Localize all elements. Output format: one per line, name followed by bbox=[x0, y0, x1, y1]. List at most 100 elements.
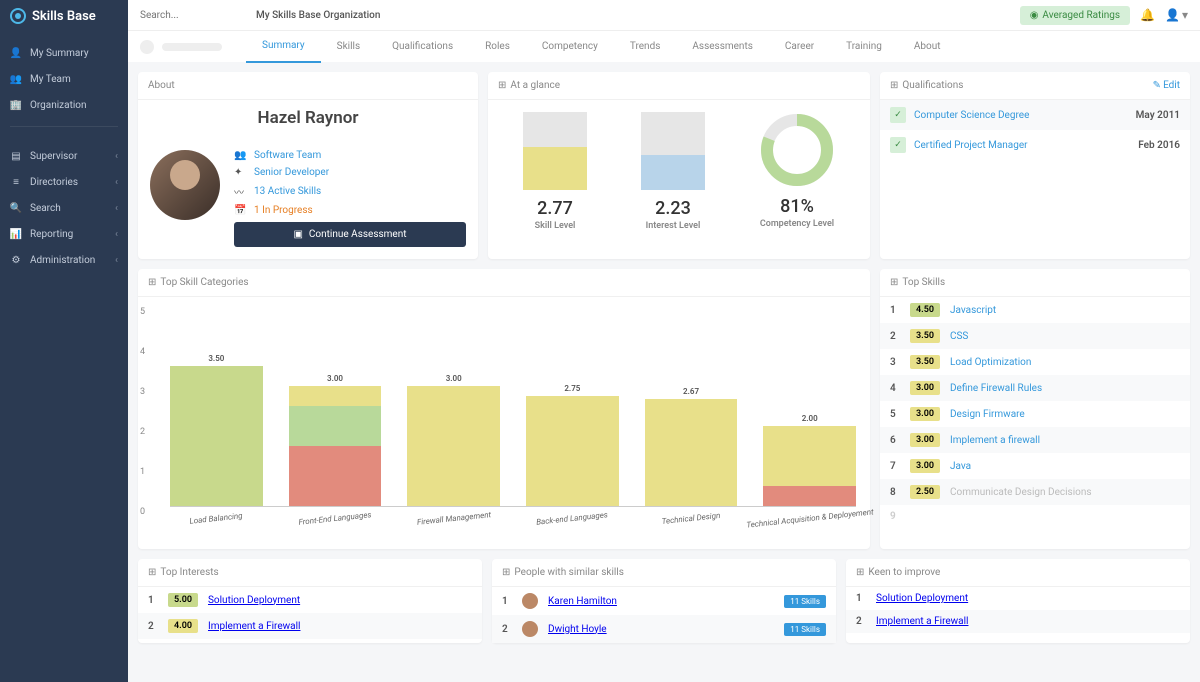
rank: 6 bbox=[890, 435, 900, 446]
people-header: ⊞ People with similar skills bbox=[492, 559, 836, 587]
person-link[interactable]: Dwight Hoyle bbox=[548, 624, 607, 635]
person-link[interactable]: Karen Hamilton bbox=[548, 596, 617, 607]
sidebar-item-supervisor[interactable]: ▤Supervisor‹ bbox=[0, 143, 128, 169]
y-tick: 0 bbox=[140, 507, 145, 517]
score-badge: 3.50 bbox=[910, 329, 940, 343]
skill-link[interactable]: Communicate Design Decisions bbox=[950, 487, 1092, 498]
qualifications-card: ⊞ Qualifications ✎ Edit ✓Computer Scienc… bbox=[880, 72, 1190, 259]
tab-summary[interactable]: Summary bbox=[246, 31, 321, 63]
metric-label: Skill Level bbox=[523, 221, 587, 231]
interest-row: 2 4.00 Implement a Firewall bbox=[138, 613, 482, 639]
chart-header: ⊞ Top Skill Categories bbox=[138, 269, 870, 297]
qualification-link[interactable]: Certified Project Manager bbox=[914, 140, 1028, 151]
rank: 1 bbox=[890, 305, 900, 316]
skill-link[interactable]: Load Optimization bbox=[950, 357, 1031, 368]
bar-column: 2.00Technical Acquisition & Deployement bbox=[763, 414, 856, 506]
interests-title: Top Interests bbox=[160, 567, 218, 578]
skill-row: 43.00Define Firewall Rules bbox=[880, 375, 1190, 401]
continue-assessment-button[interactable]: ▣ Continue Assessment bbox=[234, 222, 466, 247]
skill-link[interactable]: Implement a firewall bbox=[950, 435, 1040, 446]
role-link[interactable]: Senior Developer bbox=[254, 167, 329, 178]
sidebar-item-administration[interactable]: ⚙Administration‹ bbox=[0, 247, 128, 273]
tab-name-placeholder bbox=[162, 43, 222, 51]
bar-segment bbox=[170, 366, 263, 506]
rank: 8 bbox=[890, 487, 900, 498]
y-tick: 3 bbox=[140, 387, 145, 397]
edit-link[interactable]: ✎ Edit bbox=[1153, 80, 1180, 91]
tab-about[interactable]: About bbox=[898, 31, 957, 63]
sidebar-item-reporting[interactable]: 📊Reporting‹ bbox=[0, 221, 128, 247]
org-icon: 🏢 bbox=[10, 99, 22, 111]
person-avatar-small bbox=[522, 621, 538, 637]
metric-competency-level: 81%Competency Level bbox=[759, 112, 835, 231]
role-icon: ✦ bbox=[234, 167, 246, 178]
app-logo[interactable]: Skills Base bbox=[0, 0, 128, 32]
person-icon: 👤 bbox=[10, 47, 22, 59]
skill-link[interactable]: Define Firewall Rules bbox=[950, 383, 1042, 394]
sidebar-item-my-summary[interactable]: 👤My Summary bbox=[0, 40, 128, 66]
team-link[interactable]: Software Team bbox=[254, 150, 321, 161]
skill-link[interactable]: CSS bbox=[950, 331, 968, 342]
sidebar-item-label: Administration bbox=[30, 255, 95, 266]
tab-career[interactable]: Career bbox=[769, 31, 830, 63]
tab-skills[interactable]: Skills bbox=[321, 31, 376, 63]
top-interests-card: ⊞ Top Interests 15.00Solution Deployment… bbox=[138, 559, 482, 643]
bar-column: 2.67Technical Design bbox=[645, 387, 738, 506]
expand-icon: ⊞ bbox=[856, 567, 864, 578]
tab-training[interactable]: Training bbox=[830, 31, 898, 63]
score-badge: 4.50 bbox=[910, 303, 940, 317]
tab-qualifications[interactable]: Qualifications bbox=[376, 31, 469, 63]
chevron-left-icon: ‹ bbox=[115, 203, 118, 214]
interest-row: 15.00Solution Deployment bbox=[138, 587, 482, 613]
tab-competency[interactable]: Competency bbox=[526, 31, 614, 63]
user-menu[interactable]: 👤 ▾ bbox=[1165, 8, 1188, 22]
search-input[interactable] bbox=[140, 10, 240, 21]
sidebar-item-label: Directories bbox=[30, 177, 78, 188]
sidebar-item-organization[interactable]: 🏢Organization bbox=[0, 92, 128, 118]
pencil-icon: ✎ bbox=[1153, 80, 1161, 91]
rank: 2 bbox=[148, 621, 158, 632]
interest-link[interactable]: Implement a Firewall bbox=[208, 621, 300, 632]
chevron-left-icon: ‹ bbox=[115, 151, 118, 162]
topskills-card: ⊞ Top Skills 14.50Javascript23.50CSS33.5… bbox=[880, 269, 1190, 549]
averaged-ratings-button[interactable]: ◉ Averaged Ratings bbox=[1020, 6, 1130, 25]
sidebar-item-label: Search bbox=[30, 203, 61, 214]
expand-icon: ⊞ bbox=[502, 567, 510, 578]
sidebar-item-label: My Team bbox=[30, 74, 71, 85]
logo-icon bbox=[10, 8, 26, 24]
interest-link[interactable]: Solution Deployment bbox=[208, 595, 300, 606]
people-card: ⊞ People with similar skills 1Karen Hami… bbox=[492, 559, 836, 643]
person-avatar bbox=[150, 150, 220, 220]
sidebar-item-directories[interactable]: ≡Directories‹ bbox=[0, 169, 128, 195]
people-title: People with similar skills bbox=[514, 567, 624, 578]
score-badge: 3.00 bbox=[910, 407, 940, 421]
bar-value: 2.75 bbox=[564, 384, 580, 393]
bell-icon[interactable]: 🔔 bbox=[1140, 8, 1155, 22]
tab-roles[interactable]: Roles bbox=[469, 31, 526, 63]
chevron-left-icon: ‹ bbox=[115, 229, 118, 240]
tab-assessments[interactable]: Assessments bbox=[676, 31, 769, 63]
rank: 5 bbox=[890, 409, 900, 420]
people-row: 2Dwight Hoyle11 Skills bbox=[492, 615, 836, 643]
skill-row: 82.50Communicate Design Decisions bbox=[880, 479, 1190, 505]
sidebar-item-my-team[interactable]: 👥My Team bbox=[0, 66, 128, 92]
nav-divider bbox=[10, 126, 118, 127]
rank: 7 bbox=[890, 461, 900, 472]
qualification-link[interactable]: Computer Science Degree bbox=[914, 110, 1029, 121]
qual-title: Qualifications bbox=[902, 80, 963, 91]
tab-trends[interactable]: Trends bbox=[614, 31, 677, 63]
skill-count-badge: 11 Skills bbox=[784, 623, 826, 636]
topskills-title: Top Skills bbox=[902, 277, 945, 288]
keen-link[interactable]: Solution Deployment bbox=[876, 593, 968, 604]
bar-segment bbox=[645, 399, 738, 506]
skill-link[interactable]: Javascript bbox=[950, 305, 996, 316]
keen-link[interactable]: Implement a Firewall bbox=[876, 616, 968, 627]
skill-link[interactable]: Java bbox=[950, 461, 971, 472]
about-title: About bbox=[148, 80, 175, 91]
chart-card: ⊞ Top Skill Categories 012345 3.50Load B… bbox=[138, 269, 870, 549]
skill-link[interactable]: Design Firmware bbox=[950, 409, 1025, 420]
progress-line: 📅 1 In Progress bbox=[234, 205, 466, 216]
sidebar-item-search[interactable]: 🔍Search‹ bbox=[0, 195, 128, 221]
score-badge: 4.00 bbox=[168, 619, 198, 633]
active-skills-link[interactable]: 13 Active Skills bbox=[254, 186, 321, 197]
